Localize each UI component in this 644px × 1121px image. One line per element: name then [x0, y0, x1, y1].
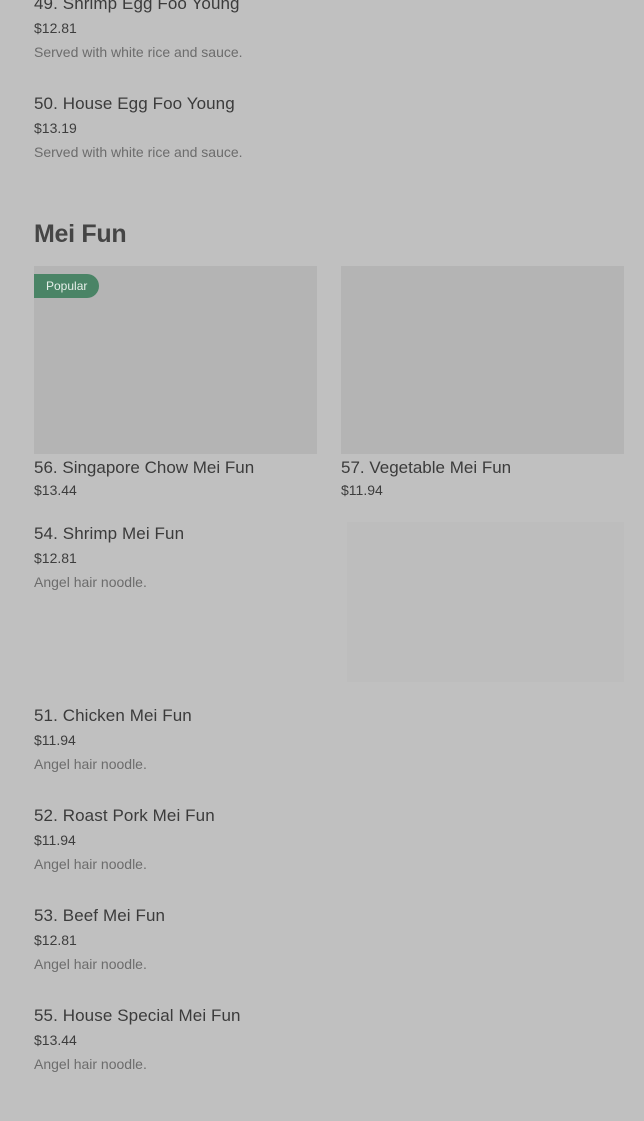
- item-name: 50. House Egg Foo Young: [34, 94, 235, 113]
- item-description: Angel hair noodle.: [34, 1056, 147, 1072]
- item-price: $13.44: [34, 1032, 77, 1048]
- item-image: [341, 266, 624, 454]
- menu-item[interactable]: 53. Beef Mei Fun $12.81 Angel hair noodl…: [34, 906, 594, 972]
- item-price: $12.81: [34, 20, 77, 36]
- item-price: $11.94: [34, 832, 76, 848]
- item-name: 52. Roast Pork Mei Fun: [34, 806, 215, 825]
- popular-badge: Popular: [34, 274, 100, 298]
- item-description: Angel hair noodle.: [34, 756, 147, 772]
- item-price: $13.44: [34, 482, 77, 498]
- item-price: $11.94: [34, 732, 76, 748]
- item-price: $11.94: [341, 482, 383, 498]
- featured-item-card[interactable]: Popular 56. Singapore Chow Mei Fun $13.4…: [34, 266, 317, 498]
- item-name: 55. House Special Mei Fun: [34, 1006, 241, 1025]
- item-description: Served with white rice and sauce.: [34, 144, 243, 160]
- item-description: Angel hair noodle.: [34, 856, 147, 872]
- item-description: Served with white rice and sauce.: [34, 44, 243, 60]
- item-name: 49. Shrimp Egg Foo Young: [34, 0, 240, 13]
- item-price: $13.19: [34, 120, 77, 136]
- menu-item[interactable]: 52. Roast Pork Mei Fun $11.94 Angel hair…: [34, 806, 594, 872]
- menu-item[interactable]: 55. House Special Mei Fun $13.44 Angel h…: [34, 1006, 594, 1072]
- section-title: Mei Fun: [34, 220, 127, 248]
- item-name: 57. Vegetable Mei Fun: [341, 458, 512, 477]
- menu-item[interactable]: 51. Chicken Mei Fun $11.94 Angel hair no…: [34, 706, 594, 772]
- item-description: Angel hair noodle.: [34, 956, 147, 972]
- item-image: [347, 522, 624, 682]
- menu-item[interactable]: 50. House Egg Foo Young $13.19 Served wi…: [34, 94, 594, 160]
- menu-item[interactable]: 49. Shrimp Egg Foo Young $12.81 Served w…: [34, 0, 594, 60]
- item-name: 51. Chicken Mei Fun: [34, 706, 192, 725]
- item-name: 56. Singapore Chow Mei Fun: [34, 458, 255, 477]
- item-name: 53. Beef Mei Fun: [34, 906, 166, 925]
- featured-item-card[interactable]: 57. Vegetable Mei Fun $11.94: [341, 266, 624, 498]
- item-image: Popular: [34, 266, 317, 454]
- item-price: $12.81: [34, 932, 77, 948]
